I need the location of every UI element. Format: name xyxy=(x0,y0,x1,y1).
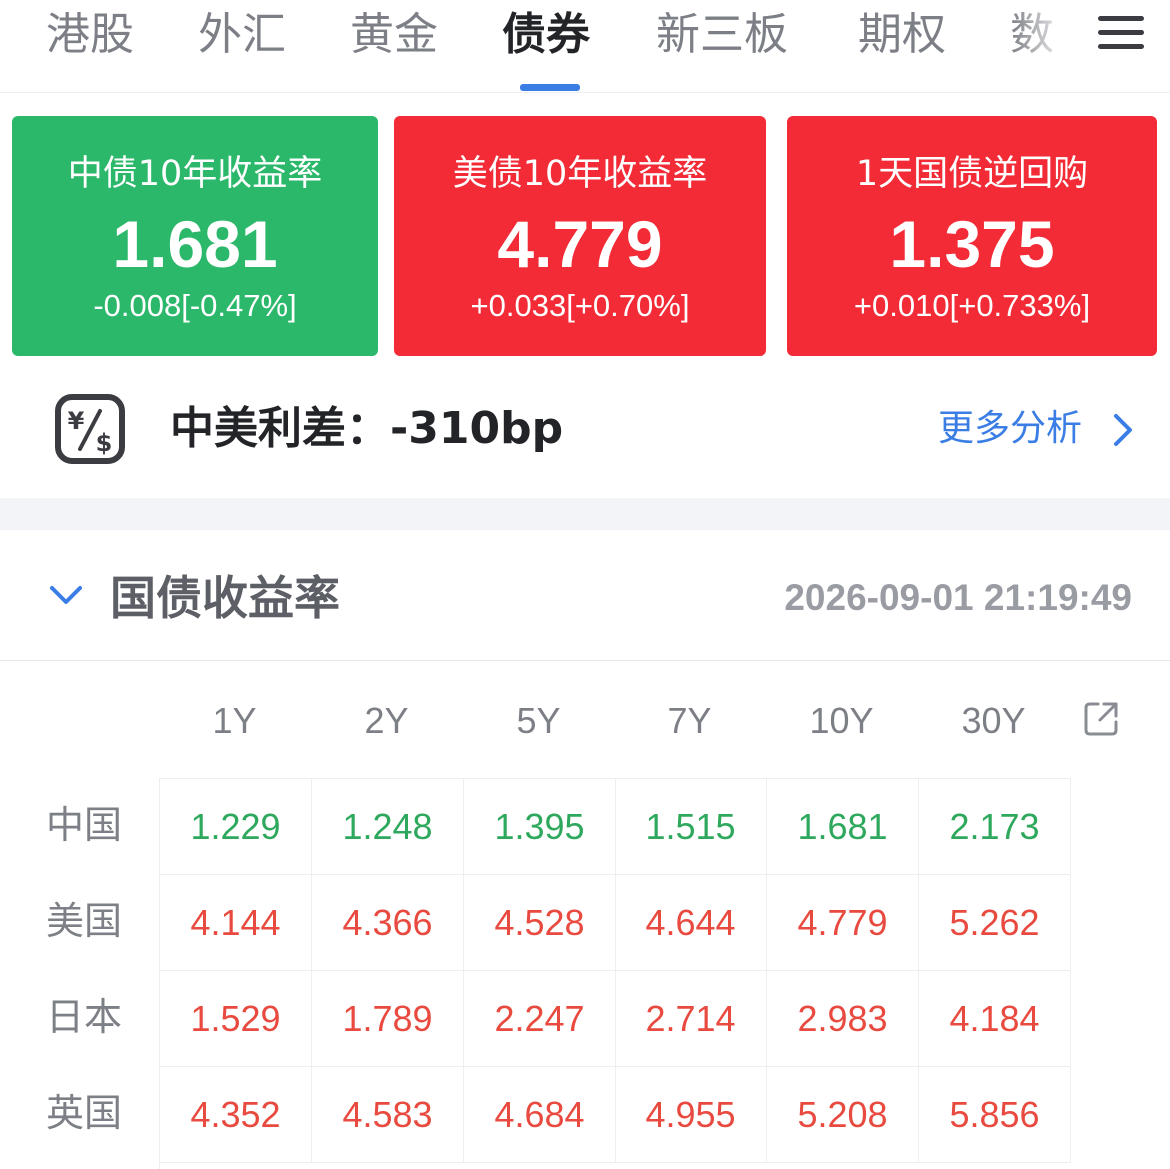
yield-cell[interactable]: 1.229 xyxy=(160,779,312,875)
chevron-right-icon[interactable] xyxy=(1108,410,1138,450)
cn-us-spread: 中美利差：-310bp xyxy=(170,403,564,454)
yield-cell[interactable]: 4.528 xyxy=(464,875,616,971)
yield-cell[interactable]: 2.714 xyxy=(615,971,767,1067)
col-header-2y: 2Y xyxy=(364,700,409,741)
yield-cell[interactable]: 1.248 xyxy=(312,779,464,875)
external-link-icon[interactable] xyxy=(1082,700,1120,738)
yield-cell[interactable]: 4.144 xyxy=(160,875,312,971)
tab-forex[interactable]: 外汇 xyxy=(198,0,286,70)
chevron-down-icon[interactable] xyxy=(46,580,86,612)
card-title: 中债10年收益率 xyxy=(67,154,323,194)
update-timestamp: 2026-09-01 21:19:49 xyxy=(784,577,1132,618)
tab-bonds[interactable]: 债券 xyxy=(502,0,590,70)
card-change: +0.033[+0.70%] xyxy=(470,288,690,323)
tab-neeq[interactable]: 新三板 xyxy=(656,0,788,70)
yield-cell[interactable]: 1.395 xyxy=(464,779,616,875)
currency-exchange-icon: ¥ $ xyxy=(55,394,125,464)
yield-cell[interactable]: 4.583 xyxy=(312,1067,464,1163)
card-change: +0.010[+0.733%] xyxy=(853,288,1091,323)
card-us-10y-yield[interactable]: 美债10年收益率 4.779 +0.033[+0.70%] xyxy=(394,116,766,356)
row-label-china: 中国 xyxy=(46,803,123,847)
yield-cell[interactable]: 1.529 xyxy=(160,971,312,1067)
yield-cell[interactable]: 5.856 xyxy=(919,1067,1071,1163)
yield-cell[interactable]: 2.173 xyxy=(919,779,1071,875)
card-title: 美债10年收益率 xyxy=(452,154,708,194)
yield-cell[interactable]: 4.779 xyxy=(767,875,919,971)
yield-cell[interactable]: 2.247 xyxy=(464,971,616,1067)
yield-cell[interactable]: 2.983 xyxy=(767,971,919,1067)
card-cn-10y-yield[interactable]: 中债10年收益率 1.681 -0.008[-0.47%] xyxy=(12,116,378,356)
card-value: 1.681 xyxy=(112,207,278,281)
active-tab-indicator xyxy=(520,84,580,91)
more-analysis-link[interactable]: 更多分析 xyxy=(938,404,1082,454)
col-header-1y: 1Y xyxy=(212,700,257,741)
row-label-uk: 英国 xyxy=(46,1091,123,1135)
section-divider-line xyxy=(0,660,1170,661)
card-1d-reverse-repo[interactable]: 1天国债逆回购 1.375 +0.010[+0.733%] xyxy=(787,116,1157,356)
tab-gold[interactable]: 黄金 xyxy=(350,0,438,70)
hamburger-menu-icon[interactable] xyxy=(1098,14,1146,52)
section-title[interactable]: 国债收益率 xyxy=(110,568,340,628)
card-value: 1.375 xyxy=(889,207,1055,281)
col-header-7y: 7Y xyxy=(667,700,712,741)
yield-cell[interactable]: 4.352 xyxy=(160,1067,312,1163)
yield-cell[interactable]: 4.644 xyxy=(615,875,767,971)
tab-bar: 港股 外汇 黄金 债券 新三板 期权 数 xyxy=(0,0,1170,93)
yield-cell[interactable]: 4.684 xyxy=(464,1067,616,1163)
tab-hk-stocks[interactable]: 港股 xyxy=(46,0,134,70)
yield-cell[interactable]: 1.681 xyxy=(767,779,919,875)
svg-text:¥: ¥ xyxy=(68,407,85,435)
card-value: 4.779 xyxy=(497,207,663,281)
row-label-japan: 日本 xyxy=(46,995,123,1039)
yield-cell[interactable]: 5.208 xyxy=(767,1067,919,1163)
card-change: -0.008[-0.47%] xyxy=(93,288,297,323)
tab-options[interactable]: 期权 xyxy=(858,0,946,70)
yield-cell[interactable]: 1.515 xyxy=(615,779,767,875)
col-header-30y: 30Y xyxy=(961,700,1026,741)
yield-cell[interactable]: 4.955 xyxy=(615,1067,767,1163)
section-divider xyxy=(0,498,1170,530)
yield-cell[interactable]: 4.184 xyxy=(919,971,1071,1067)
yield-cell[interactable]: 4.366 xyxy=(312,875,464,971)
tab-overflow-fade xyxy=(1010,0,1092,90)
yield-cell[interactable]: 1.789 xyxy=(312,971,464,1067)
svg-text:$: $ xyxy=(96,429,113,457)
col-header-5y: 5Y xyxy=(516,700,561,741)
yield-table: 1.229 1.248 1.395 1.515 1.681 2.173 4.14… xyxy=(159,778,1071,1169)
row-label-usa: 美国 xyxy=(46,899,123,943)
col-header-10y: 10Y xyxy=(809,700,874,741)
card-title: 1天国债逆回购 xyxy=(855,154,1089,194)
yield-cell[interactable]: 5.262 xyxy=(919,875,1071,971)
